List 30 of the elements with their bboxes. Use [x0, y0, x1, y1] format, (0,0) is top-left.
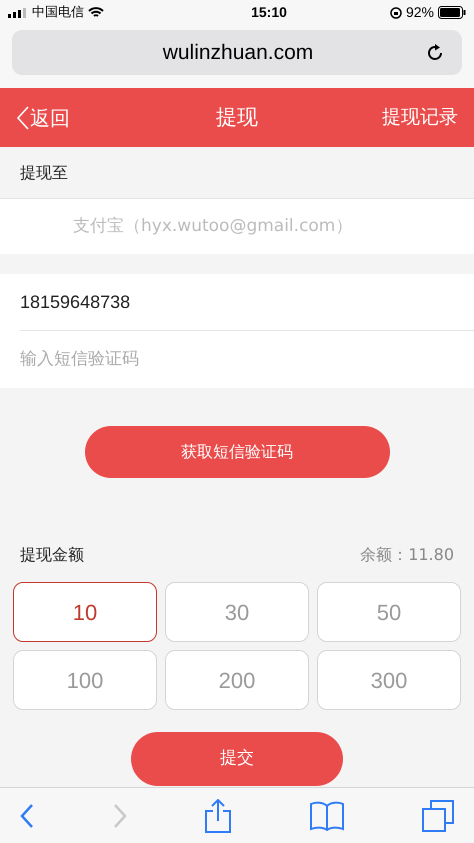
amount-option[interactable]: 300 — [317, 650, 461, 710]
section-label: 提现至 — [20, 162, 68, 184]
rotation-lock-icon — [390, 6, 402, 18]
chevron-left-icon — [16, 104, 30, 130]
signal-icon — [8, 8, 28, 18]
amount-option[interactable]: 30 — [165, 582, 309, 642]
amount-option[interactable]: 100 — [13, 650, 157, 710]
balance-text: 余额：11.80 — [360, 544, 454, 566]
url-text: wulinzhuan.com — [162, 40, 314, 66]
battery-percent: 92% — [406, 3, 434, 22]
amount-option[interactable]: 200 — [165, 650, 309, 710]
phone-field[interactable]: 18159648738 — [0, 274, 474, 330]
book-icon[interactable] — [310, 800, 344, 830]
carrier-name: 中国电信 — [32, 4, 84, 22]
address-bar[interactable]: wulinzhuan.com — [12, 30, 462, 75]
back-icon[interactable] — [20, 802, 34, 828]
code-field[interactable]: 输入短信验证码 — [0, 330, 474, 388]
page-title: 提现 — [215, 104, 259, 131]
share-icon[interactable] — [205, 798, 231, 832]
tabs-icon[interactable] — [422, 800, 454, 832]
amount-label: 提现金额 — [20, 544, 84, 566]
get-code-button[interactable]: 获取短信验证码 — [84, 426, 390, 478]
amount-option[interactable]: 50 — [317, 582, 461, 642]
back-link[interactable]: 返回 — [16, 102, 136, 132]
battery-icon — [438, 6, 466, 19]
wifi-icon — [88, 6, 104, 18]
submit-button[interactable]: 提交 — [131, 732, 343, 786]
amount-option[interactable]: 10 — [13, 582, 157, 642]
clock-time: 15:10 — [250, 3, 288, 22]
history-link[interactable]: 提现记录 — [338, 103, 458, 132]
